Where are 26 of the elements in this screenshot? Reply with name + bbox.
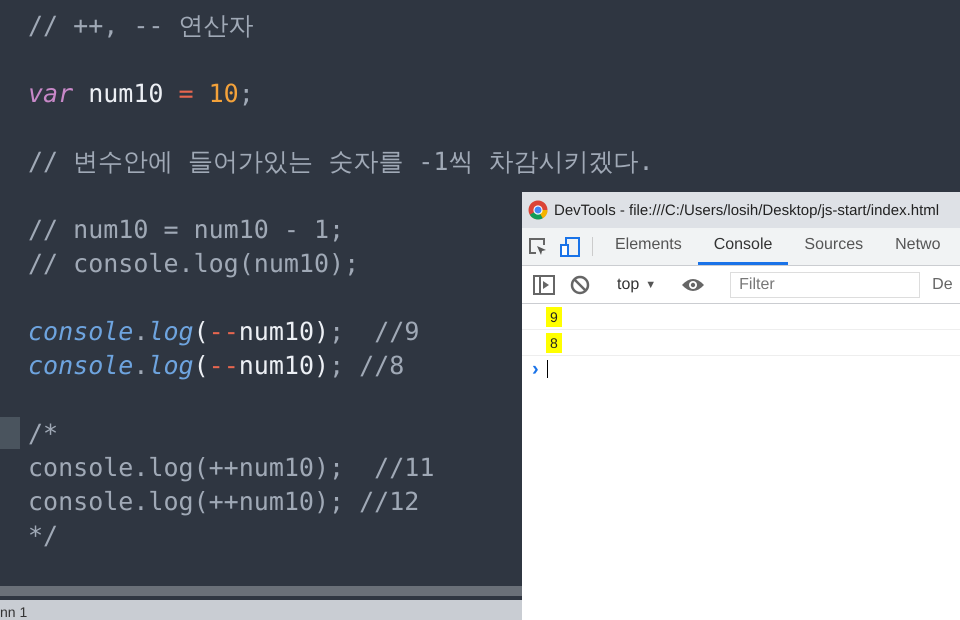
- devtools-tab[interactable]: Netwo: [879, 228, 956, 265]
- window-title: DevTools - file:///C:/Users/losih/Desktop/js-start/index.html: [554, 202, 940, 218]
- code-line: // console.log(num10);: [28, 248, 360, 278]
- devtools-tab[interactable]: Console: [698, 228, 788, 265]
- code-line: // ++, -- 연산자: [28, 10, 254, 42]
- levels-dropdown[interactable]: De: [932, 276, 953, 294]
- status-bar: nn 1: [0, 600, 522, 620]
- horizontal-scrollbar[interactable]: [0, 586, 522, 596]
- devtools-tab[interactable]: Elements: [599, 228, 698, 265]
- context-select[interactable]: top ▼: [617, 276, 656, 294]
- code-line: */: [28, 520, 58, 550]
- prompt-icon: ›: [532, 358, 539, 380]
- code-line: // 변수안에 들어가있는 숫자를 -1씩 차감시키겠다.: [28, 146, 654, 178]
- code-line: /*: [28, 418, 58, 448]
- filter-field[interactable]: Filter: [730, 272, 920, 298]
- code-line: // num10 = num10 - 1;: [28, 214, 344, 244]
- code-line: console.log(--num10); //9: [28, 316, 420, 346]
- code-line: console.log(++num10); //11: [28, 452, 434, 482]
- code-line: var num10 = 10;: [28, 78, 254, 108]
- console-output: 8: [546, 332, 562, 352]
- text-cursor: [546, 360, 548, 378]
- code-line: console.log(++num10); //12: [28, 486, 420, 516]
- code-line: console.log(--num10); //8: [28, 350, 404, 380]
- console-output: 9: [546, 306, 562, 326]
- browser-logo-icon: [528, 200, 548, 220]
- devtools-tab[interactable]: Sources: [788, 228, 880, 265]
